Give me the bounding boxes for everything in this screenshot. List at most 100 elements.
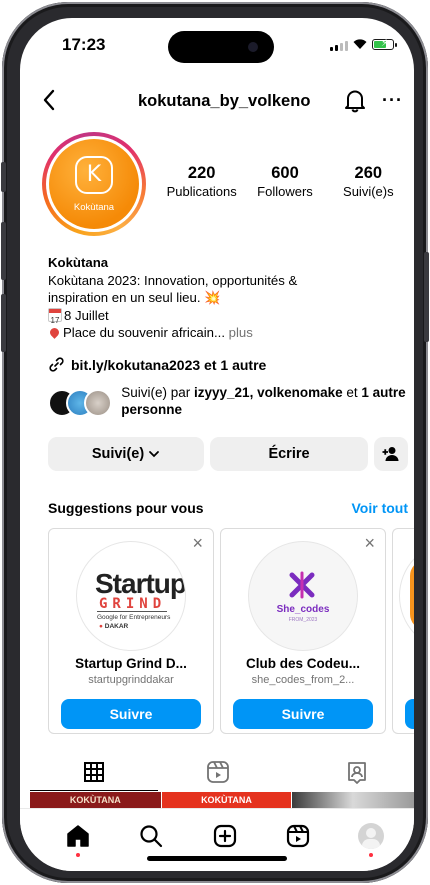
suggestions-title: Suggestions pour vous [48, 500, 204, 516]
stat-value: 260 [354, 164, 383, 182]
stat-publications[interactable]: 220 Publications [160, 164, 243, 199]
suggestions-header: Suggestions pour vous Voir tout [48, 500, 408, 518]
status-bar: 17:23 ⚡ [20, 18, 414, 72]
dynamic-island [168, 31, 274, 63]
power-button [424, 252, 429, 342]
avatar-brand-text: Kokùtana [73, 202, 115, 213]
suggestion-card[interactable]: × She_codes FROM_2023 Club des Codeu... … [220, 528, 386, 734]
profile-tabs [20, 758, 414, 791]
bio-place-line: Place du souvenir africain... plus [48, 324, 393, 342]
bio-line: Kokùtana 2023: Innovation, opportunités … [48, 272, 298, 288]
stat-value: 220 [187, 164, 216, 182]
reels-icon[interactable] [285, 823, 311, 849]
more-options-button[interactable]: ··· [382, 90, 403, 111]
tagged-icon[interactable] [343, 758, 371, 786]
story-ring[interactable]: K Kokùtana [42, 132, 146, 236]
calendar-icon: 17 [48, 307, 62, 325]
volume-down-button [1, 294, 6, 352]
close-icon[interactable]: × [192, 533, 203, 554]
suggestion-avatar[interactable]: Startup GRIND Google for Entrepreneurs ●… [76, 541, 186, 651]
suggestion-name[interactable]: Club des Codeu... [221, 656, 385, 671]
k-logo-icon: K [75, 156, 113, 194]
follow-button[interactable]: Suivre [233, 699, 373, 729]
bell-icon[interactable] [342, 87, 368, 113]
home-icon[interactable] [65, 823, 91, 849]
link-icon [49, 357, 64, 372]
lagra-logo-icon [410, 560, 414, 630]
post-thumbnail[interactable]: KOKÙTANA [161, 792, 292, 808]
stat-followers[interactable]: 600 Followers [243, 164, 326, 199]
post-thumbnails: KOKÙTANA KOKÙTANA [30, 792, 414, 808]
suggestion-card[interactable]: lagra lagra Su [392, 528, 414, 734]
logo-text: GRIND [99, 596, 167, 612]
add-user-icon [382, 447, 399, 461]
signal-icon [330, 41, 348, 51]
bio-date-line: 17 8 Juillet [48, 307, 393, 325]
sparkle-icon: 💥 [204, 290, 221, 305]
phone-frame: 17:23 ⚡ kokutana_by_volkeno ··· K Kokùta… [1, 2, 429, 883]
bio-place: Place du souvenir africain... [63, 325, 225, 340]
search-icon[interactable] [138, 823, 164, 849]
profile-stats: 220 Publications 600 Followers 260 Suivi… [160, 164, 410, 199]
message-button[interactable]: Écrire [210, 437, 368, 471]
add-user-button[interactable] [374, 437, 408, 471]
following-label: Suivi(e) [91, 446, 145, 462]
screen: 17:23 ⚡ kokutana_by_volkeno ··· K Kokùta… [20, 18, 414, 871]
active-tab-indicator [30, 790, 158, 791]
bottom-nav [20, 808, 414, 871]
home-indicator[interactable] [147, 856, 287, 861]
see-all-link[interactable]: Voir tout [351, 500, 408, 516]
suggestion-cards: × Startup GRIND Google for Entrepreneurs… [48, 528, 414, 738]
stat-following[interactable]: 260 Suivi(e)s [327, 164, 410, 199]
profile-header: kokutana_by_volkeno ··· [20, 84, 414, 120]
volume-up-button [1, 222, 6, 280]
suggestion-avatar[interactable]: She_codes FROM_2023 [248, 541, 358, 651]
notification-dot [369, 853, 373, 857]
bio-line: inspiration en un seul lieu. [48, 290, 201, 305]
bio-more-link[interactable]: plus [225, 325, 253, 340]
logo-text: ● DAKAR [99, 623, 129, 630]
logo-text: She_codes [276, 604, 330, 615]
message-label: Écrire [268, 446, 310, 462]
profile-name: Kokùtana [48, 255, 109, 270]
profile-avatar-icon[interactable] [358, 823, 384, 849]
bio-date: 8 Juillet [64, 307, 109, 323]
wifi-icon [353, 39, 367, 49]
create-post-icon[interactable] [212, 823, 238, 849]
followed-by-text: Suivi(e) par izyyy_21, volkenomake et 1 … [121, 385, 406, 417]
follow-button[interactable]: Suivre [61, 699, 201, 729]
followed-by[interactable]: Suivi(e) par izyyy_21, volkenomake et 1 … [48, 384, 408, 420]
logo-text: Google for Entrepreneurs [97, 614, 171, 621]
follow-button[interactable]: Su [405, 699, 414, 729]
camera-icon [248, 42, 258, 52]
suggestion-handle: startupgrinddakar [88, 674, 174, 686]
following-button[interactable]: Suivi(e) [48, 437, 204, 471]
silent-switch [1, 162, 6, 192]
profile-link[interactable]: bit.ly/kokutana2023 et 1 autre [48, 356, 266, 373]
suggestion-avatar[interactable] [399, 541, 414, 651]
suggestion-card[interactable]: × Startup GRIND Google for Entrepreneurs… [48, 528, 214, 734]
stat-label: Followers [257, 184, 313, 199]
chevron-down-icon [149, 451, 160, 458]
suggestion-name[interactable]: Startup Grind D... [49, 656, 213, 671]
she-codes-logo-icon [289, 571, 315, 599]
back-arrow-icon[interactable] [38, 88, 62, 112]
logo-text: FROM_2023 [288, 617, 318, 623]
link-text: bit.ly/kokutana2023 et 1 autre [71, 356, 267, 373]
mutual-avatars [48, 384, 115, 420]
status-time: 17:23 [62, 35, 106, 54]
grid-icon[interactable] [80, 758, 108, 786]
stat-label: Suivi(e)s [343, 184, 394, 199]
reels-tab-icon[interactable] [204, 758, 232, 786]
profile-actions: Suivi(e) Écrire [48, 437, 408, 471]
stat-label: Publications [166, 184, 237, 199]
notification-dot [76, 853, 80, 857]
mutual-avatar [84, 389, 112, 417]
bio-line-wrap: inspiration en un seul lieu. 💥 [48, 289, 393, 307]
avatar[interactable]: K Kokùtana [49, 139, 139, 229]
post-thumbnail[interactable] [292, 792, 414, 808]
header-username: kokutana_by_volkeno [138, 92, 311, 110]
suggestion-handle: she_codes_from_2... [251, 674, 355, 686]
close-icon[interactable]: × [364, 533, 375, 554]
post-thumbnail[interactable]: KOKÙTANA [30, 792, 161, 808]
